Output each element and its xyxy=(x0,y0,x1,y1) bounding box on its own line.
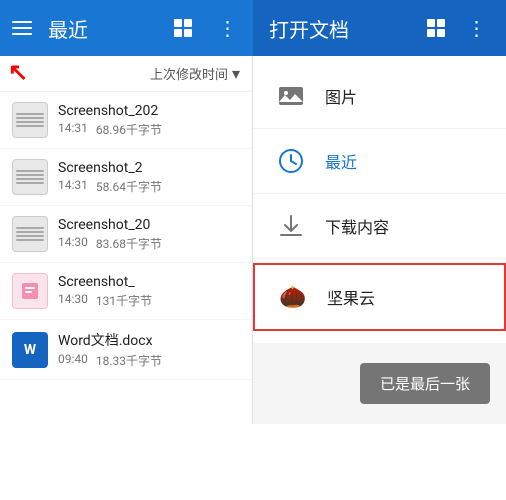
done-button[interactable]: 已是最后一张 xyxy=(360,363,490,404)
file-thumbnail xyxy=(12,102,48,138)
grid-view-icon[interactable] xyxy=(169,14,197,42)
file-meta: 09:40 18.33千字节 xyxy=(58,352,240,369)
menu-item-recent-label: 最近 xyxy=(325,149,357,173)
file-time: 14:31 xyxy=(58,178,88,195)
file-size: 131千字节 xyxy=(96,292,152,309)
download-icon xyxy=(273,208,309,244)
file-time: 14:31 xyxy=(58,121,88,138)
file-meta: 14:30 83.68千字节 xyxy=(58,235,240,252)
file-size: 18.33千字节 xyxy=(96,352,162,369)
file-name: Screenshot_2 xyxy=(58,160,240,176)
red-arrow-annotation: ↖ xyxy=(8,58,28,86)
file-meta: 14:31 68.96千字节 xyxy=(58,121,240,138)
bottom-section: 已是最后一张 xyxy=(253,343,506,424)
file-name: Word文档.docx xyxy=(58,330,240,350)
file-meta: 14:30 131千字节 xyxy=(58,292,240,309)
list-item[interactable]: W Word文档.docx 09:40 18.33千字节 xyxy=(0,320,252,380)
file-thumbnail xyxy=(12,273,48,309)
top-bar: 最近 ⋮ 打开文档 ⋮ xyxy=(0,0,506,56)
clock-icon xyxy=(273,143,309,179)
file-info: Word文档.docx 09:40 18.33千字节 xyxy=(58,330,240,369)
menu-item-downloads-label: 下载内容 xyxy=(325,214,389,238)
menu-list: 图片 最近 xyxy=(253,56,506,343)
file-info: Screenshot_202 14:31 68.96千字节 xyxy=(58,103,240,138)
right-grid-view-icon[interactable] xyxy=(422,14,450,42)
file-time: 14:30 xyxy=(58,235,88,252)
right-panel: 图片 最近 xyxy=(253,56,506,424)
main-content: 上次修改时间 ▾ Screenshot_ xyxy=(0,56,506,424)
list-item[interactable]: Screenshot_2 14:31 58.64千字节 xyxy=(0,149,252,206)
file-time: 14:30 xyxy=(58,292,88,309)
file-thumbnail xyxy=(12,159,48,195)
menu-item-images[interactable]: 图片 xyxy=(253,64,506,129)
word-icon-letter: W xyxy=(24,342,36,358)
menu-item-downloads[interactable]: 下载内容 xyxy=(253,194,506,259)
list-item[interactable]: Screenshot_202 14:31 68.96千字节 xyxy=(0,92,252,149)
file-size: 83.68千字节 xyxy=(96,235,162,252)
left-panel-title: 最近 xyxy=(48,14,153,43)
file-info: Screenshot_ 14:30 131千字节 xyxy=(58,274,240,309)
right-more-options-icon[interactable]: ⋮ xyxy=(462,14,490,42)
sort-bar[interactable]: 上次修改时间 ▾ xyxy=(0,56,252,92)
file-thumbnail xyxy=(12,216,48,252)
list-item[interactable]: Screenshot_ 14:30 131千字节 xyxy=(0,263,252,320)
file-name: Screenshot_20 xyxy=(58,217,240,233)
menu-item-nutcloud-label: 坚果云 xyxy=(327,285,375,309)
file-info: Screenshot_20 14:30 83.68千字节 xyxy=(58,217,240,252)
left-panel: 上次修改时间 ▾ Screenshot_ xyxy=(0,56,253,424)
file-meta: 14:31 58.64千字节 xyxy=(58,178,240,195)
file-list: Screenshot_202 14:31 68.96千字节 xyxy=(0,92,252,424)
menu-item-recent[interactable]: 最近 xyxy=(253,129,506,194)
menu-item-images-label: 图片 xyxy=(325,84,357,108)
file-time: 09:40 xyxy=(58,352,88,369)
menu-icon[interactable] xyxy=(12,21,32,35)
sort-dropdown-icon[interactable]: ▾ xyxy=(232,64,240,83)
list-item[interactable]: Screenshot_20 14:30 83.68千字节 xyxy=(0,206,252,263)
more-options-icon[interactable]: ⋮ xyxy=(213,14,241,42)
file-size: 58.64千字节 xyxy=(96,178,162,195)
nut-cloud-icon: 🌰 xyxy=(275,279,311,315)
file-info: Screenshot_2 14:31 58.64千字节 xyxy=(58,160,240,195)
file-thumbnail: W xyxy=(12,332,48,368)
sort-label: 上次修改时间 xyxy=(150,64,228,83)
file-name: Screenshot_202 xyxy=(58,103,240,119)
file-name: Screenshot_ xyxy=(58,274,240,290)
left-top-bar: 最近 ⋮ xyxy=(0,0,253,56)
right-panel-title: 打开文档 xyxy=(269,14,410,43)
right-top-bar: 打开文档 ⋮ xyxy=(253,0,506,56)
image-icon xyxy=(273,78,309,114)
menu-item-nutcloud[interactable]: 🌰 坚果云 xyxy=(253,263,506,331)
file-size: 68.96千字节 xyxy=(96,121,162,138)
